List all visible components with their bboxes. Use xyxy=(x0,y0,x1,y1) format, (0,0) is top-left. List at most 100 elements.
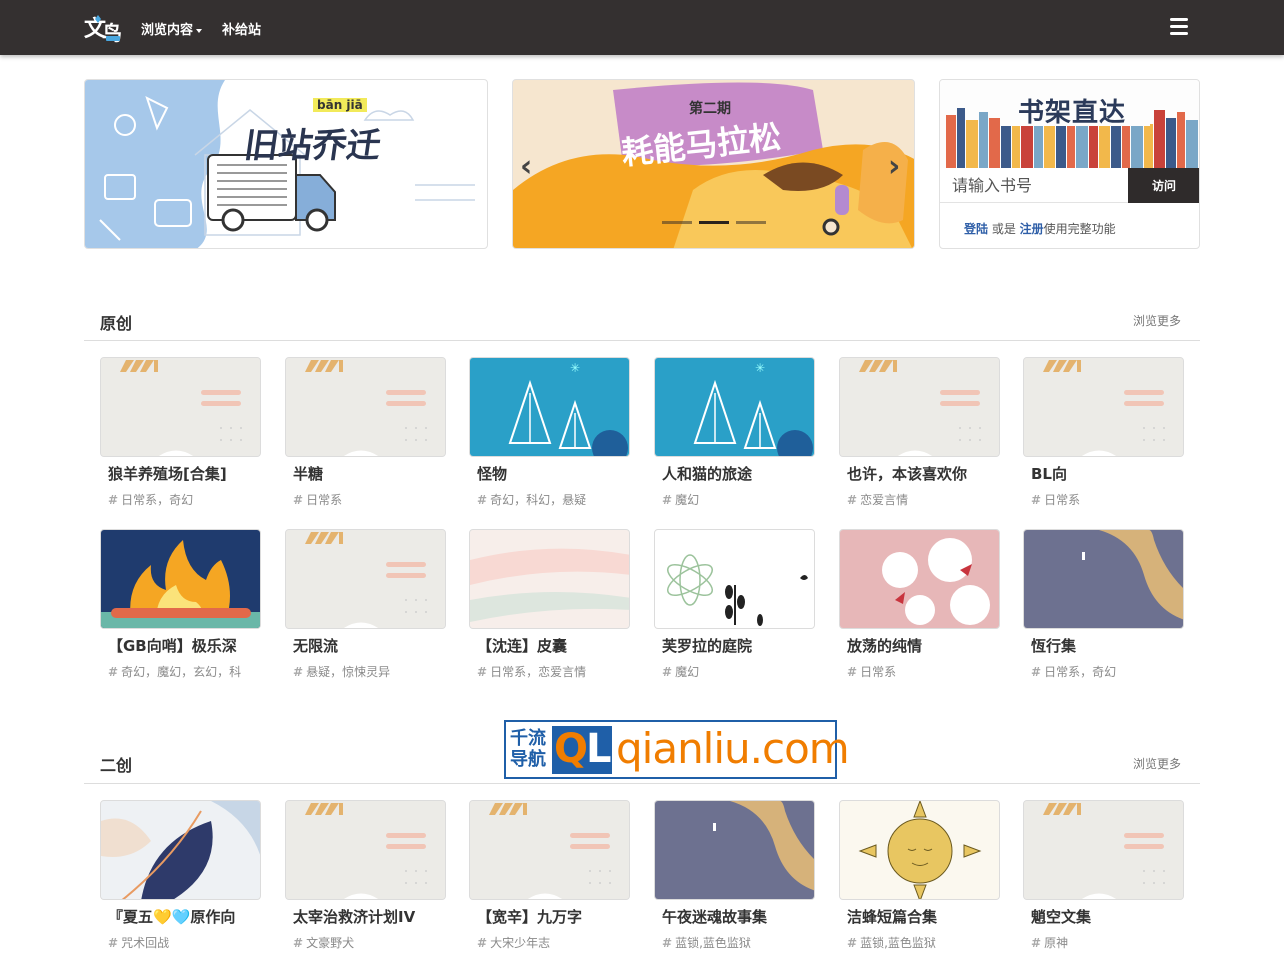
book-cover-image[interactable]: ✳ xyxy=(654,357,815,457)
book-title[interactable]: 【沈连】皮囊 xyxy=(477,635,647,656)
carousel-indicator[interactable] xyxy=(736,221,766,224)
book-card[interactable]: 洁蜂短篇合集 # 蓝锁,蓝色监狱 xyxy=(839,800,1001,950)
browse-content-dropdown[interactable]: 浏览内容 xyxy=(141,19,203,38)
book-card[interactable]: 狼羊养殖场[合集] # 日常系，奇幻 xyxy=(100,357,262,507)
hamburger-menu-icon[interactable] xyxy=(1170,18,1188,36)
book-card[interactable]: 恆行集 # 日常系，奇幻 xyxy=(1023,529,1185,679)
book-title[interactable]: 【宽辛】九万字 xyxy=(477,906,647,927)
watermark-cn-text: 千流 导航 xyxy=(510,728,546,770)
book-cover-image[interactable] xyxy=(469,529,630,629)
book-card[interactable]: 半糖 # 日常系 xyxy=(285,357,447,507)
top-navbar: 文 鸟 浏览内容 补给站 xyxy=(0,0,1284,55)
book-card[interactable]: 芙罗拉的庭院 # 魔幻 xyxy=(654,529,816,679)
book-card[interactable]: 魈空文集 # 原神 xyxy=(1023,800,1185,950)
book-title[interactable]: 太宰治救济计划IV xyxy=(293,906,463,927)
book-card[interactable]: 无限流 # 悬疑，惊悚灵异 xyxy=(285,529,447,679)
book-title[interactable]: 魈空文集 xyxy=(1031,906,1201,927)
hash-icon: # xyxy=(477,665,488,679)
book-tags: # 日常系，奇幻 xyxy=(1031,663,1191,680)
book-title[interactable]: 也许，本该喜欢你 xyxy=(847,463,1017,484)
book-tags: # 蓝锁,蓝色监狱 xyxy=(662,934,822,951)
book-tags: # 文豪野犬 xyxy=(293,934,453,951)
login-link[interactable]: 登陆 xyxy=(964,222,988,236)
book-tags: # 日常系，恋爱言情 xyxy=(477,663,637,680)
book-cover-image[interactable] xyxy=(1023,800,1184,900)
book-title[interactable]: 半糖 xyxy=(293,463,463,484)
book-cover-image[interactable] xyxy=(1023,529,1184,629)
book-title[interactable]: 芙罗拉的庭院 xyxy=(662,635,832,656)
book-cover-image[interactable] xyxy=(654,529,815,629)
or-text: 或是 xyxy=(988,222,1020,236)
book-tags-text: 魔幻 xyxy=(675,665,700,679)
book-title[interactable]: 无限流 xyxy=(293,635,463,656)
watermark-ql-l: L xyxy=(586,726,612,772)
browse-more-original-link[interactable]: 浏览更多 xyxy=(1133,312,1181,329)
book-id-input[interactable] xyxy=(940,168,1128,203)
book-cover-image[interactable] xyxy=(285,529,446,629)
book-title[interactable]: 洁蜂短篇合集 xyxy=(847,906,1017,927)
book-cover-image[interactable] xyxy=(839,800,1000,900)
book-tags: # 奇幻，魔幻，玄幻，科 xyxy=(108,663,268,680)
book-card[interactable]: BL向 # 日常系 xyxy=(1023,357,1185,507)
book-title[interactable]: 怪物 xyxy=(477,463,647,484)
book-tags: # 魔幻 xyxy=(662,491,822,508)
book-tags-text: 日常系 xyxy=(1044,493,1081,507)
book-card[interactable]: 太宰治救济计划IV # 文豪野犬 xyxy=(285,800,447,950)
book-card[interactable]: ✳ 人和猫的旅途 # 魔幻 xyxy=(654,357,816,507)
bookshelf-title: 书架直达 xyxy=(1018,98,1127,128)
supply-station-link[interactable]: 补给站 xyxy=(222,19,261,38)
hash-icon: # xyxy=(108,665,119,679)
watermark-url: qianliu.com xyxy=(616,724,850,773)
book-cover-image[interactable] xyxy=(285,800,446,900)
book-card[interactable]: 【宽辛】九万字 # 大宋少年志 xyxy=(469,800,631,950)
book-cover-image[interactable] xyxy=(1023,357,1184,457)
carousel-indicator[interactable] xyxy=(699,221,729,224)
browse-more-fanwork-link[interactable]: 浏览更多 xyxy=(1133,755,1181,772)
book-cover-image[interactable] xyxy=(100,529,261,629)
banner-mid-issue: 第二期 xyxy=(689,101,731,117)
banner-left-title: 旧站乔迁 xyxy=(241,126,384,166)
book-card[interactable]: 放荡的纯情 # 日常系 xyxy=(839,529,1001,679)
book-tags-text: 日常系，恋爱言情 xyxy=(490,665,587,679)
book-tags: # 日常系 xyxy=(1031,491,1191,508)
book-cover-image[interactable] xyxy=(839,529,1000,629)
book-cover-image[interactable] xyxy=(100,800,261,900)
book-tags-text: 蓝锁,蓝色监狱 xyxy=(860,936,936,950)
register-link[interactable]: 注册 xyxy=(1020,222,1044,236)
hash-icon: # xyxy=(662,936,673,950)
book-tags-text: 恋爱言情 xyxy=(860,493,909,507)
book-card[interactable]: 『夏五💛🩵原作向 # 咒术回战 xyxy=(100,800,262,950)
caret-down-icon xyxy=(196,28,203,33)
book-card[interactable]: 【GB向哨】极乐深 # 奇幻，魔幻，玄幻，科 xyxy=(100,529,262,679)
book-tags: # 悬疑，惊悚灵异 xyxy=(293,663,453,680)
browse-content-label: 浏览内容 xyxy=(141,23,194,38)
visit-button[interactable]: 访问 xyxy=(1128,168,1199,203)
hash-icon: # xyxy=(1031,936,1042,950)
book-title[interactable]: 狼羊养殖场[合集] xyxy=(108,463,278,484)
site-logo-icon[interactable]: 文 鸟 xyxy=(84,12,124,44)
hash-icon: # xyxy=(847,493,858,507)
book-cover-image[interactable]: ✳ xyxy=(469,357,630,457)
book-title[interactable]: 放荡的纯情 xyxy=(847,635,1017,656)
book-cover-image[interactable] xyxy=(469,800,630,900)
book-cover-image[interactable] xyxy=(100,357,261,457)
book-card[interactable]: ✳ 怪物 # 奇幻，科幻，悬疑 xyxy=(469,357,631,507)
book-title[interactable]: 人和猫的旅途 xyxy=(662,463,832,484)
carousel-indicator[interactable] xyxy=(662,221,692,224)
book-card[interactable]: 【沈连】皮囊 # 日常系，恋爱言情 xyxy=(469,529,631,679)
book-tags-text: 奇幻，科幻，悬疑 xyxy=(490,493,587,507)
hash-icon: # xyxy=(477,936,488,950)
book-title[interactable]: 『夏五💛🩵原作向 xyxy=(108,906,278,927)
book-cover-image[interactable] xyxy=(285,357,446,457)
book-title[interactable]: 【GB向哨】极乐深 xyxy=(108,635,278,656)
book-title[interactable]: 恆行集 xyxy=(1031,635,1201,656)
book-cover-image[interactable] xyxy=(839,357,1000,457)
book-title[interactable]: BL向 xyxy=(1031,463,1201,484)
book-title[interactable]: 午夜迷魂故事集 xyxy=(662,906,832,927)
book-card[interactable]: 午夜迷魂故事集 # 蓝锁,蓝色监狱 xyxy=(654,800,816,950)
chevron-left-icon[interactable]: ‹ xyxy=(520,152,532,182)
book-cover-image[interactable] xyxy=(654,800,815,900)
chevron-right-icon[interactable]: › xyxy=(888,152,900,182)
book-card[interactable]: 也许，本该喜欢你 # 恋爱言情 xyxy=(839,357,1001,507)
banner-site-move[interactable]: bān jiā 旧站乔迁 xyxy=(84,79,488,249)
